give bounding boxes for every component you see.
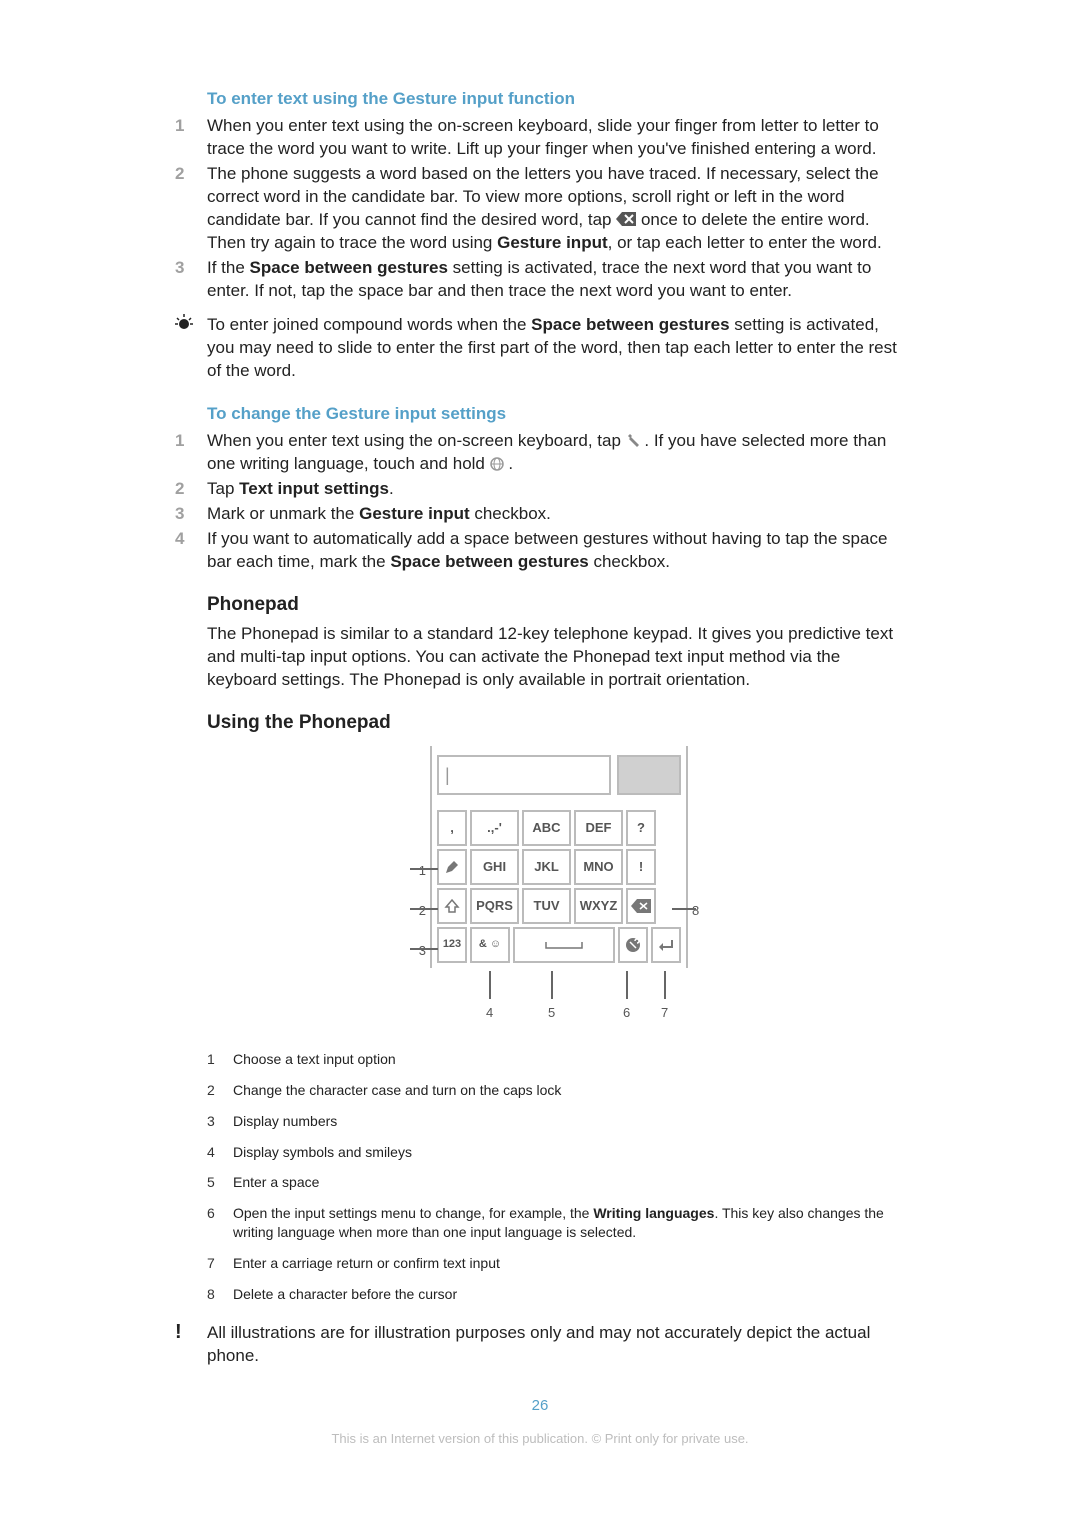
legend-text: Delete a character before the cursor xyxy=(233,1285,905,1304)
step-number: 1 xyxy=(175,115,207,161)
key-def: DEF xyxy=(574,810,623,846)
shift-up-icon xyxy=(444,898,460,914)
section-heading: To change the Gesture input settings xyxy=(207,403,905,426)
key-settings xyxy=(618,927,648,963)
callout-label: 6 xyxy=(623,1004,630,1022)
space-icon xyxy=(544,940,584,950)
callout-label: 3 xyxy=(419,942,426,960)
key-shift xyxy=(437,888,467,924)
using-phonepad-heading: Using the Phonepad xyxy=(207,710,905,736)
phonepad-heading: Phonepad xyxy=(207,592,905,618)
legend-text: Change the character case and turn on th… xyxy=(233,1081,905,1100)
key-wxyz: WXYZ xyxy=(574,888,623,924)
step-text: When you enter text using the on-screen … xyxy=(207,115,905,161)
phonepad-diagram: | , .,-' ABC DEF ? GHI JKL MNO ! xyxy=(207,746,905,1026)
key-question: ? xyxy=(626,810,656,846)
step-text: When you enter text using the on-screen … xyxy=(207,430,905,476)
steps-list: 1 When you enter text using the on-scree… xyxy=(175,115,905,303)
warning-note: ! All illustrations are for illustration… xyxy=(175,1322,905,1368)
key-pqrs: PQRS xyxy=(470,888,519,924)
callout-label: 4 xyxy=(486,1004,493,1022)
key-symbols: & ☺ xyxy=(470,927,510,963)
key-return xyxy=(651,927,681,963)
key-mno: MNO xyxy=(574,849,623,885)
step-text: Mark or unmark the Gesture input checkbo… xyxy=(207,503,905,526)
page-number: 26 xyxy=(175,1396,905,1416)
key-tuv: TUV xyxy=(522,888,571,924)
footer-note: This is an Internet version of this publ… xyxy=(175,1430,905,1448)
key-123: 123 xyxy=(437,927,467,963)
step-text: If you want to automatically add a space… xyxy=(207,528,905,574)
backspace-icon xyxy=(631,899,651,913)
callout-label: 2 xyxy=(419,902,426,920)
tip-text: To enter joined compound words when the … xyxy=(207,314,905,383)
step-text: If the Space between gestures setting is… xyxy=(207,257,905,303)
warning-icon: ! xyxy=(175,1321,182,1343)
legend-text: Choose a text input option xyxy=(233,1050,905,1069)
tip-note: To enter joined compound words when the … xyxy=(175,314,905,383)
wrench-icon xyxy=(626,434,640,448)
step-number: 2 xyxy=(175,163,207,255)
key-input-option xyxy=(437,849,467,885)
step-number: 3 xyxy=(175,257,207,303)
steps-list: 1 When you enter text using the on-scree… xyxy=(175,430,905,574)
phonepad-paragraph: The Phonepad is similar to a standard 12… xyxy=(207,623,905,692)
step-number: 2 xyxy=(175,478,207,501)
legend-text: Enter a carriage return or confirm text … xyxy=(233,1254,905,1273)
callout-label: 1 xyxy=(419,862,426,880)
return-icon xyxy=(658,937,674,953)
callout-label: 8 xyxy=(692,902,699,920)
key-backspace xyxy=(626,888,656,924)
key-comma: , xyxy=(437,810,467,846)
wrench-key-icon xyxy=(625,937,641,953)
callout-label: 7 xyxy=(661,1004,668,1022)
key-punct: .,-' xyxy=(470,810,519,846)
key-exclaim: ! xyxy=(626,849,656,885)
step-text: Tap Text input settings. xyxy=(207,478,905,501)
lightbulb-icon xyxy=(175,316,193,336)
legend-text: Open the input settings menu to change, … xyxy=(233,1204,905,1242)
step-number: 3 xyxy=(175,503,207,526)
backspace-x-icon xyxy=(616,212,636,226)
key-space xyxy=(513,927,615,963)
key-abc: ABC xyxy=(522,810,571,846)
pencil-icon xyxy=(444,859,460,875)
legend-text: Display numbers xyxy=(233,1112,905,1131)
section-heading: To enter text using the Gesture input fu… xyxy=(207,88,905,111)
step-number: 1 xyxy=(175,430,207,476)
callout-label: 5 xyxy=(548,1004,555,1022)
globe-icon xyxy=(490,457,504,471)
key-jkl: JKL xyxy=(522,849,571,885)
diagram-text-field: | xyxy=(437,755,611,795)
step-text: The phone suggests a word based on the l… xyxy=(207,163,905,255)
callout-legend: 1Choose a text input option 2Change the … xyxy=(207,1050,905,1304)
warning-text: All illustrations are for illustration p… xyxy=(207,1322,905,1368)
legend-text: Display symbols and smileys xyxy=(233,1143,905,1162)
key-ghi: GHI xyxy=(470,849,519,885)
step-number: 4 xyxy=(175,528,207,574)
legend-text: Enter a space xyxy=(233,1173,905,1192)
diagram-candidate-box xyxy=(617,755,681,795)
document-page: To enter text using the Gesture input fu… xyxy=(0,0,1080,1527)
